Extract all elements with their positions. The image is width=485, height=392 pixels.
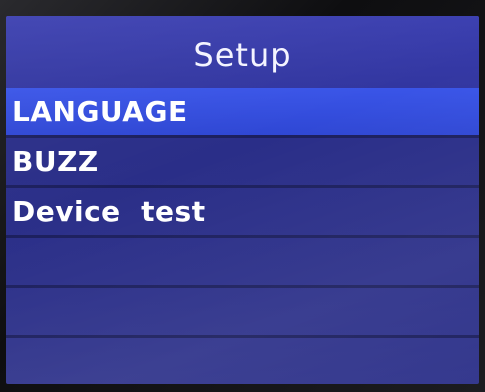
device-bezel: Setup LANGUAGE BUZZ Device test — [0, 0, 485, 392]
menu-item-label: Device test — [12, 195, 206, 228]
menu-item-empty — [6, 288, 479, 338]
menu-item-device-test[interactable]: Device test — [6, 188, 479, 238]
menu-item-empty — [6, 238, 479, 288]
lcd-screen: Setup LANGUAGE BUZZ Device test — [6, 16, 479, 384]
setup-menu: LANGUAGE BUZZ Device test — [6, 88, 479, 384]
menu-item-label: LANGUAGE — [12, 95, 188, 128]
menu-item-language[interactable]: LANGUAGE — [6, 88, 479, 138]
menu-item-buzz[interactable]: BUZZ — [6, 138, 479, 188]
screen-header: Setup — [6, 16, 479, 88]
page-title: Setup — [193, 36, 292, 74]
menu-item-label: BUZZ — [12, 145, 99, 178]
menu-item-empty — [6, 338, 479, 384]
